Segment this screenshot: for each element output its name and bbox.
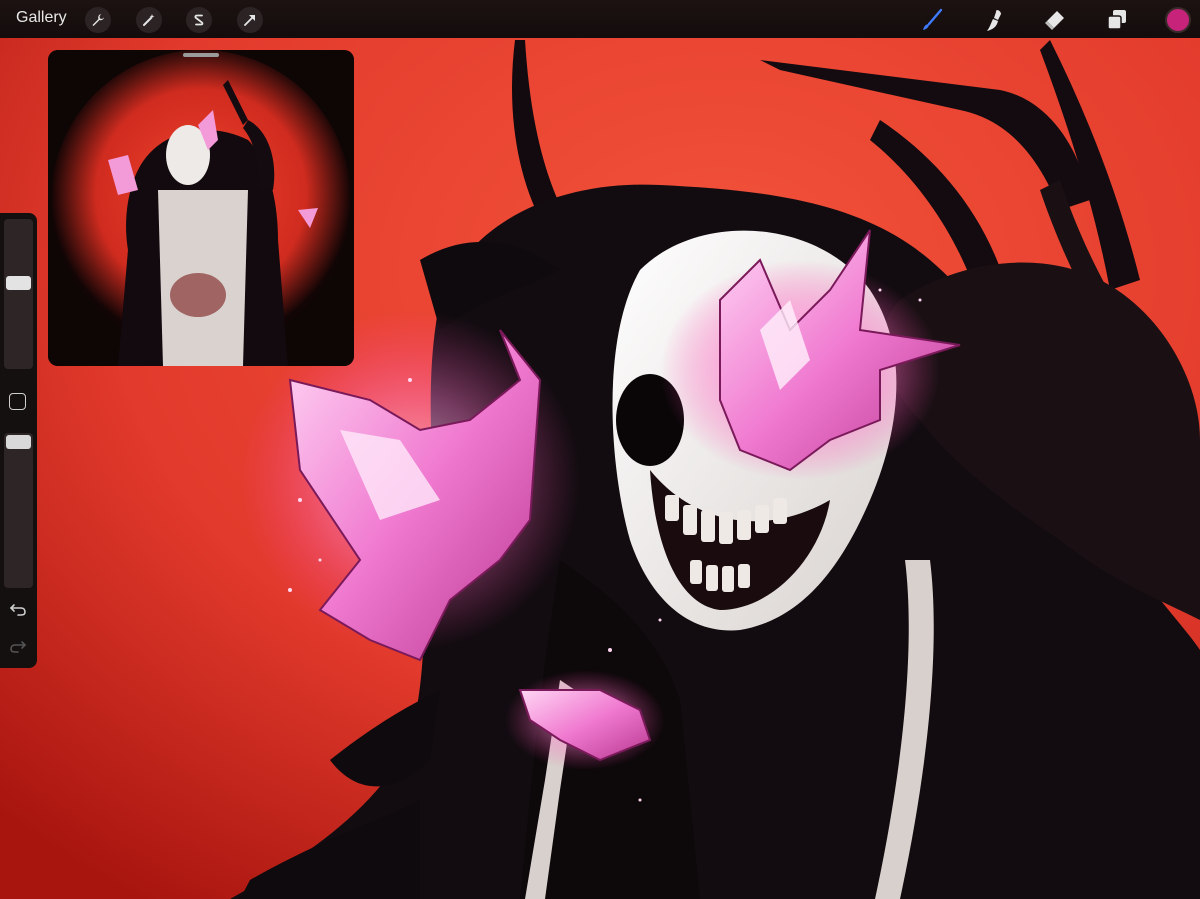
brush-size-thumb[interactable] (6, 276, 31, 291)
redo-icon[interactable] (9, 637, 27, 655)
brush-opacity-slider[interactable] (4, 433, 33, 588)
eraser-icon[interactable] (1041, 6, 1069, 34)
layers-icon[interactable] (1103, 6, 1131, 34)
reference-image (48, 50, 354, 366)
magic-wand-icon[interactable] (136, 7, 162, 33)
modify-button[interactable] (9, 393, 26, 410)
transform-arrow-icon[interactable] (237, 7, 263, 33)
brush-icon[interactable] (918, 6, 946, 34)
reference-drag-handle[interactable] (183, 53, 219, 57)
brush-opacity-thumb[interactable] (6, 435, 31, 449)
reference-window[interactable] (48, 50, 354, 366)
gallery-button[interactable]: Gallery (16, 9, 67, 27)
brush-size-slider[interactable] (4, 219, 33, 369)
selection-s-icon[interactable] (186, 7, 212, 33)
smudge-icon[interactable] (980, 6, 1008, 34)
undo-icon[interactable] (9, 600, 27, 618)
wrench-icon[interactable] (85, 7, 111, 33)
procreate-app: Gallery (0, 0, 1200, 899)
sidebar (0, 213, 37, 668)
top-toolbar: Gallery (0, 0, 1200, 38)
color-picker-button[interactable] (1165, 7, 1191, 33)
